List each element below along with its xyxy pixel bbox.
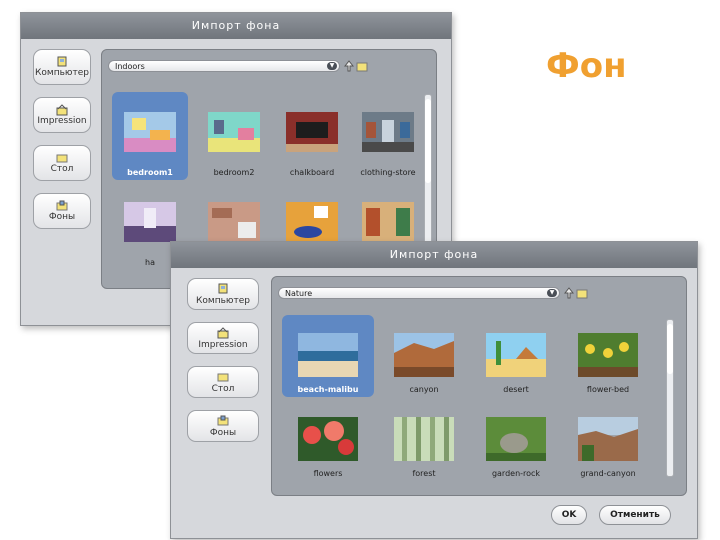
desert-thumbnail	[486, 333, 546, 377]
garden-rock-thumbnail	[486, 417, 546, 461]
hall-thumbnail	[124, 202, 176, 242]
computer-icon	[57, 56, 67, 67]
path-dropdown[interactable]: Nature ▼	[278, 287, 560, 299]
up-folder-icon[interactable]	[564, 287, 574, 299]
room-thumbnail	[286, 202, 338, 242]
item-label: flower-bed	[586, 385, 630, 394]
list-item[interactable]: forest	[378, 399, 470, 481]
bedroom2-thumbnail	[208, 112, 260, 152]
new-folder-icon[interactable]	[356, 60, 368, 72]
chalkboard-thumbnail	[286, 112, 338, 152]
sidebar-item-impression[interactable]: Impression	[33, 97, 91, 133]
scrollbar[interactable]	[666, 319, 674, 477]
sidebar-item-backgrounds[interactable]: Фоны	[33, 193, 91, 229]
list-item[interactable]: beach-malibu	[282, 315, 374, 397]
backgrounds-folder-icon	[217, 415, 229, 426]
item-label: bedroom2	[213, 168, 255, 177]
file-browser: Nature ▼ beach-malibu canyon desert flow…	[271, 276, 687, 496]
grand-canyon-thumbnail	[578, 417, 638, 461]
list-item[interactable]: bedroom1	[112, 92, 188, 180]
sidebar-item-label: Компьютер	[35, 68, 89, 78]
item-label: forest	[412, 469, 436, 478]
list-item[interactable]: bedroom2	[196, 92, 272, 180]
sidebar-item-label: Стол	[211, 384, 235, 394]
sidebar-item-computer[interactable]: Компьютер	[33, 49, 91, 85]
list-item[interactable]: chalkboard	[274, 92, 350, 180]
folder-icon	[217, 373, 229, 382]
list-item[interactable]: flowers	[282, 399, 374, 481]
library-thumbnail	[362, 202, 414, 242]
kitchen-thumbnail	[208, 202, 260, 242]
sidebar-item-computer[interactable]: Компьютер	[187, 278, 259, 310]
canyon-thumbnail	[394, 333, 454, 377]
home-folder-icon	[56, 104, 68, 116]
item-label: bedroom1	[127, 168, 173, 177]
path-label: Indoors	[115, 62, 145, 71]
import-background-dialog: Импорт фона Компьютер Impression Стол Фо…	[170, 241, 698, 539]
item-label: garden-rock	[491, 469, 541, 478]
list-item[interactable]: flower-bed	[562, 315, 654, 397]
up-folder-icon[interactable]	[344, 60, 354, 72]
sidebar-item-backgrounds[interactable]: Фоны	[187, 410, 259, 442]
item-label: beach-malibu	[297, 385, 359, 394]
sidebar-item-label: Стол	[50, 164, 74, 174]
list-item[interactable]: canyon	[378, 315, 470, 397]
new-folder-icon[interactable]	[576, 287, 588, 299]
item-label: clothing-store	[360, 168, 416, 177]
clothing-store-thumbnail	[362, 112, 414, 152]
item-label: canyon	[409, 385, 439, 394]
computer-icon	[218, 283, 228, 294]
sidebar-item-label: Компьютер	[196, 296, 250, 306]
item-label: desert	[503, 385, 529, 394]
slide-heading: Фон	[546, 46, 627, 86]
folder-icon	[56, 154, 68, 163]
dialog-title: Импорт фона	[21, 13, 451, 39]
sidebar-item-label: Impression	[37, 116, 87, 126]
sidebar-item-label: Фоны	[209, 428, 237, 438]
forest-thumbnail	[394, 417, 454, 461]
sidebar-item-desktop[interactable]: Стол	[187, 366, 259, 398]
flower-bed-thumbnail	[578, 333, 638, 377]
item-label: flowers	[313, 469, 343, 478]
item-label: chalkboard	[289, 168, 335, 177]
ok-button[interactable]: OK	[551, 505, 587, 525]
beach-malibu-thumbnail	[298, 333, 358, 377]
chevron-down-icon: ▼	[547, 289, 557, 297]
list-item[interactable]: desert	[470, 315, 562, 397]
list-item[interactable]: garden-rock	[470, 399, 562, 481]
list-item[interactable]: clothing-store	[350, 92, 426, 180]
sidebar-item-label: Impression	[198, 340, 248, 350]
backgrounds-folder-icon	[56, 200, 68, 211]
path-dropdown[interactable]: Indoors ▼	[108, 60, 340, 72]
sidebar-item-impression[interactable]: Impression	[187, 322, 259, 354]
dialog-title: Импорт фона	[171, 242, 697, 268]
bedroom1-thumbnail	[124, 112, 176, 152]
item-label: grand-canyon	[580, 469, 636, 478]
sidebar-item-label: Фоны	[48, 212, 76, 222]
sidebar-item-desktop[interactable]: Стол	[33, 145, 91, 181]
path-label: Nature	[285, 289, 313, 298]
flowers-thumbnail	[298, 417, 358, 461]
list-item[interactable]: grand-canyon	[562, 399, 654, 481]
home-folder-icon	[217, 327, 229, 339]
cancel-button[interactable]: Отменить	[599, 505, 671, 525]
chevron-down-icon: ▼	[327, 62, 337, 70]
